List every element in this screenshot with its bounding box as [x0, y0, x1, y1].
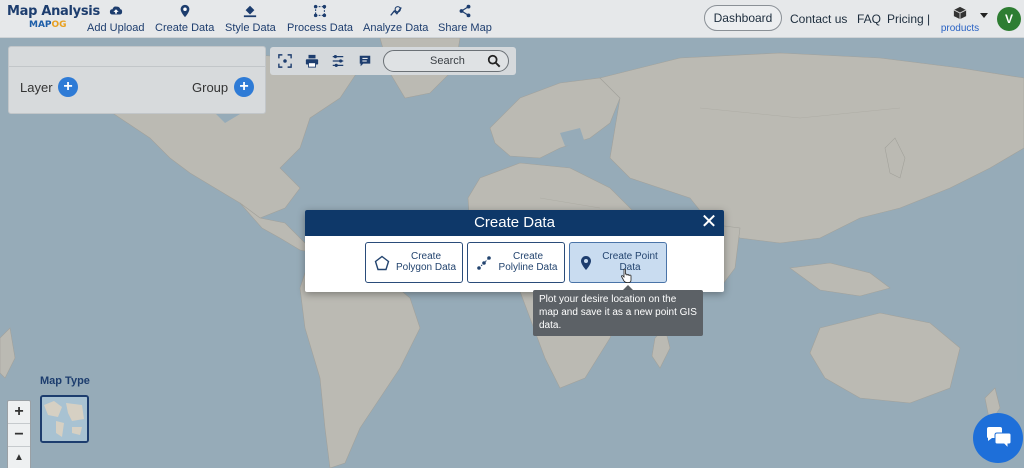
map-pin-icon [155, 4, 214, 20]
layer-label: Layer [20, 80, 53, 95]
add-group-button[interactable]: + [234, 77, 254, 97]
chevron-down-icon[interactable] [980, 13, 988, 18]
zoom-out-button[interactable]: − [8, 424, 30, 447]
share-map-button[interactable]: Share Map [438, 4, 492, 34]
group-label: Group [192, 80, 229, 95]
fullscreen-icon[interactable] [278, 54, 292, 68]
print-icon[interactable] [305, 54, 319, 68]
products-menu[interactable]: products [938, 6, 982, 34]
chat-button[interactable] [973, 413, 1023, 463]
add-upload-button[interactable]: Add Upload [87, 4, 145, 34]
comment-icon[interactable] [358, 54, 372, 68]
logo-title: Map Analysis [7, 4, 100, 19]
faq-link[interactable]: FAQ [857, 12, 881, 26]
search-input[interactable]: Search [383, 50, 509, 72]
analyze-icon [363, 4, 428, 20]
analyze-data-button[interactable]: Analyze Data [363, 4, 428, 34]
style-data-label: Style Data [225, 22, 276, 34]
app-logo[interactable]: Map Analysis MAPOG [7, 4, 100, 30]
polyline-icon [477, 256, 491, 270]
create-point-data-button[interactable]: Create Point Data [569, 242, 667, 283]
point-data-tooltip: Plot your desire location on the map and… [533, 285, 703, 336]
avatar[interactable]: V [997, 7, 1021, 31]
compass-button[interactable]: ▲ [8, 447, 30, 468]
map-thumbnail-image [42, 397, 87, 441]
close-icon[interactable]: ✕ [698, 210, 720, 236]
search-placeholder: Search [430, 55, 465, 67]
products-label: products [940, 23, 980, 34]
chat-bubbles-icon [987, 427, 1012, 449]
modal-title: Create Data [474, 214, 555, 231]
map-type-thumbnail[interactable] [40, 395, 89, 443]
zoom-in-button[interactable]: + [8, 401, 30, 424]
map-tools-bar: Search [270, 47, 516, 75]
share-map-label: Share Map [438, 22, 492, 34]
analyze-data-label: Analyze Data [363, 22, 429, 34]
create-polygon-data-button[interactable]: Create Polygon Data [365, 242, 463, 283]
create-data-label: Create Data [155, 22, 215, 34]
dashboard-button[interactable]: Dashboard [704, 5, 782, 31]
process-data-button[interactable]: Process Data [287, 4, 353, 34]
polygon-icon [374, 255, 390, 271]
map-pin-icon [581, 256, 591, 270]
modal-header: Create Data ✕ [305, 210, 724, 236]
pricing-link[interactable]: Pricing | [887, 12, 930, 26]
cloud-upload-icon [87, 4, 145, 20]
create-data-button[interactable]: Create Data [155, 4, 214, 34]
create-polygon-label: Create Polygon Data [395, 251, 457, 273]
share-icon [438, 4, 492, 20]
add-upload-label: Add Upload [87, 22, 145, 34]
process-nodes-icon [287, 4, 353, 20]
measure-icon[interactable] [331, 54, 345, 68]
create-polyline-data-button[interactable]: Create Polyline Data [467, 242, 565, 283]
add-layer-button[interactable]: + [58, 77, 78, 97]
zoom-control: + − ▲ [7, 400, 31, 468]
paint-bucket-icon [225, 4, 276, 20]
top-navbar: Map Analysis MAPOG Add Upload Create Dat… [0, 0, 1024, 38]
create-data-modal: Create Data ✕ Create Polygon Data Create P… [305, 210, 724, 292]
map-type-label: Map Type [40, 375, 90, 387]
process-data-label: Process Data [287, 22, 354, 34]
search-icon[interactable] [487, 54, 501, 68]
layer-panel: Layer + Group + [8, 46, 266, 114]
hand-cursor-icon [621, 269, 632, 283]
cube-icon [953, 6, 967, 20]
create-polyline-label: Create Polyline Data [498, 251, 558, 273]
style-data-button[interactable]: Style Data [225, 4, 276, 34]
contact-link[interactable]: Contact us [790, 12, 847, 26]
layer-panel-header [9, 47, 265, 67]
